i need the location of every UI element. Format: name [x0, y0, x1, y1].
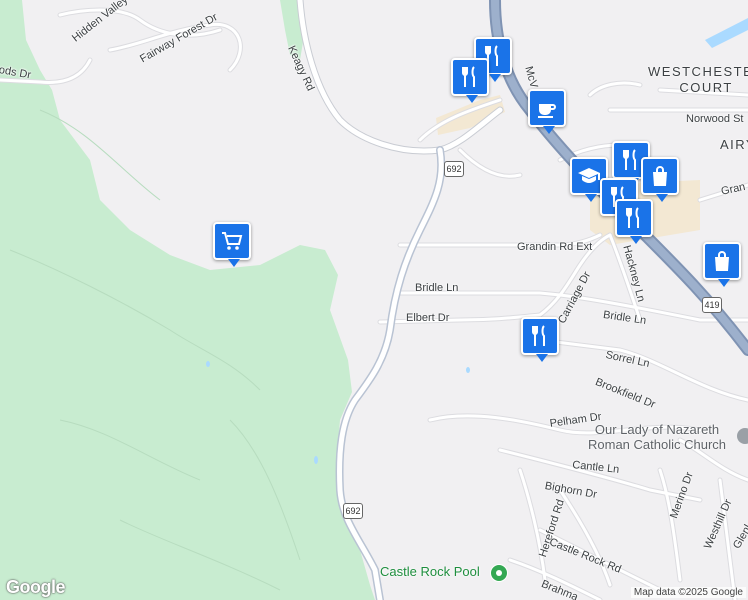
shopping-cart-icon: [222, 232, 243, 250]
map-attribution[interactable]: Map data ©2025 Google: [630, 587, 746, 598]
route-shield-692-top: 692: [444, 161, 464, 177]
route-shield-419: 419: [702, 297, 722, 313]
map-pin-shopping-bag-1[interactable]: [641, 157, 679, 202]
restaurant-icon: [532, 325, 545, 346]
road-label-bridle-west: Bridle Ln: [415, 282, 459, 294]
church-icon[interactable]: [737, 428, 748, 444]
map-pin-restaurant-5[interactable]: [615, 199, 653, 244]
church-label-line2: Roman Catholic Church: [588, 437, 727, 452]
area-label-westchester: WESTCHESTER COURT: [648, 64, 748, 96]
map-pin-restaurant-2[interactable]: [451, 58, 489, 103]
area-label-airy: AIRY: [720, 137, 748, 152]
map-pin-cafe[interactable]: [528, 89, 566, 134]
poi-label-castle-rock-pool[interactable]: Castle Rock Pool: [380, 564, 480, 579]
pool-icon[interactable]: [490, 564, 508, 582]
route-shield-692-bottom: 692: [343, 503, 363, 519]
coffee-cup-icon: [538, 104, 556, 118]
area-label-westchester-line2: COURT: [679, 80, 733, 95]
restaurant-icon: [623, 149, 636, 170]
restaurant-icon: [462, 66, 475, 87]
road-label-grandin-ext: Grandin Rd Ext: [517, 241, 593, 253]
google-logo: Google: [6, 577, 66, 597]
map-pin-restaurant-6[interactable]: [521, 317, 559, 362]
shopping-bag-icon: [653, 166, 667, 186]
shopping-bag-icon: [715, 251, 729, 271]
church-label[interactable]: Our Lady of Nazareth Roman Catholic Chur…: [588, 422, 726, 452]
graduation-cap-icon: [578, 168, 600, 183]
road-label-norwood: Norwood St: [686, 113, 744, 125]
map-canvas[interactable]: Hidden Valley Dr Fairway Forest Dr Keagy…: [0, 0, 748, 600]
restaurant-icon: [626, 207, 639, 228]
area-label-westchester-line1: WESTCHESTER: [648, 64, 748, 79]
church-label-line1: Our Lady of Nazareth: [594, 422, 720, 437]
map-pin-grocery[interactable]: [213, 222, 251, 267]
road-label-elbert: Elbert Dr: [406, 312, 450, 324]
map-pin-shopping-bag-2[interactable]: [703, 242, 741, 287]
